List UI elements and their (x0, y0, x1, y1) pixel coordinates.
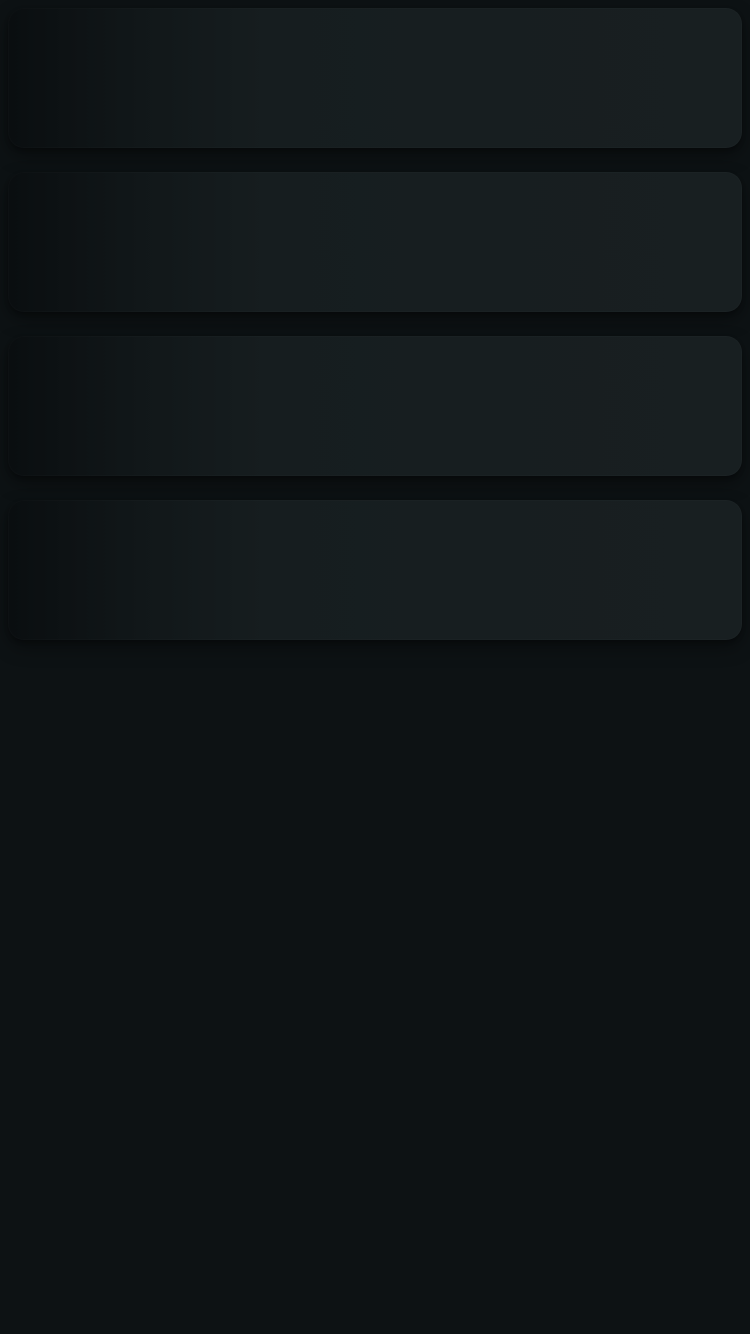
loading-screen (0, 0, 750, 1334)
skeleton-list (0, 8, 750, 640)
skeleton-card-4 (8, 500, 742, 640)
skeleton-card-2 (8, 172, 742, 312)
skeleton-card-3 (8, 336, 742, 476)
skeleton-card-1 (8, 8, 742, 148)
